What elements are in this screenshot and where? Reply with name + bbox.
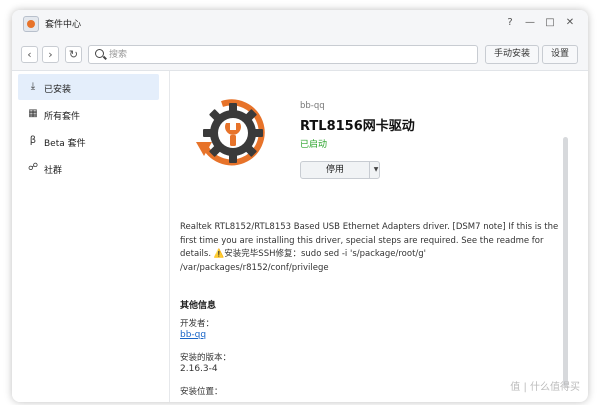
location-label: 安装位置： [180,387,223,397]
chevron-down-icon[interactable]: ▼ [371,162,381,178]
toolbar: ‹ › ↻ 手动安装 设置 [12,38,588,71]
stop-button[interactable]: 停用 [301,162,369,178]
download-icon: ⤓ [30,81,36,92]
developer-name-top[interactable]: bb-qq [300,101,325,111]
beta-icon: β [29,135,37,146]
minimize-icon[interactable]: — [522,15,538,31]
package-gear-icon [192,92,274,174]
window-title: 套件中心 [45,20,82,30]
sidebar: ⤓ 已安装 ▦ 所有套件 β Beta 套件 ☍ 社群 [12,71,170,402]
settings-button[interactable]: 设置 [542,45,579,64]
grid-icon: ▦ [28,108,38,119]
maximize-icon[interactable]: □ [542,15,558,31]
package-detail: bb-qq RTL8156网卡驱动 已启动 停用 ▼ Realtek RTL81… [170,71,574,402]
button-divider [369,162,370,178]
package-title: RTL8156网卡驱动 [300,119,415,134]
other-info-heading: 其他信息 [180,301,217,311]
sidebar-item-community[interactable]: ☍ 社群 [18,155,159,181]
back-button[interactable]: ‹ [21,46,38,63]
sidebar-item-label: Beta 套件 [44,139,86,149]
developer-link[interactable]: bb-qq [180,330,206,340]
refresh-button[interactable]: ↻ [65,46,82,63]
stop-split-button[interactable]: 停用 ▼ [300,161,380,179]
version-value: 2.16.3-4 [180,364,218,374]
developer-label: 开发者： [180,319,215,329]
search-box [88,45,478,64]
close-icon[interactable]: ✕ [562,15,578,31]
sidebar-item-beta[interactable]: β Beta 套件 [18,128,159,154]
help-icon[interactable]: ? [502,15,518,31]
status-badge: 已启动 [300,140,328,150]
sidebar-item-label: 已安装 [44,85,72,95]
version-label: 安装的版本： [180,353,232,363]
sidebar-item-label: 所有套件 [44,112,81,122]
search-icon [95,49,104,58]
package-center-icon [23,16,39,32]
watermark: 值 | 什么值得买 [510,382,580,393]
package-description: Realtek RTL8152/RTL8153 Based USB Ethern… [180,222,559,273]
sidebar-item-all-packages[interactable]: ▦ 所有套件 [18,101,159,127]
sidebar-item-label: 社群 [44,166,63,176]
package-center-window: 套件中心 ? — □ ✕ ‹ › ↻ 手动安装 设置 ⤓ 已安装 ▦ 所有套件 … [12,10,588,402]
search-input[interactable] [109,47,469,62]
community-icon: ☍ [28,162,39,173]
forward-button[interactable]: › [42,46,59,63]
manual-install-button[interactable]: 手动安装 [485,45,540,64]
title-bar: 套件中心 ? — □ ✕ [12,10,588,38]
content-scrollbar[interactable] [563,137,568,387]
sidebar-item-installed[interactable]: ⤓ 已安装 [18,74,159,100]
